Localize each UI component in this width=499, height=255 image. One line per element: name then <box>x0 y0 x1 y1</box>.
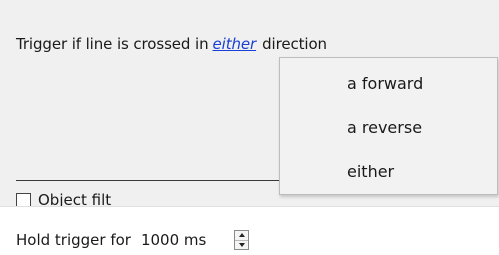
hold-trigger-label: Hold trigger for <box>16 231 131 249</box>
trigger-prefix-text: Trigger if line is crossed in <box>16 35 209 53</box>
hold-trigger-spinner[interactable] <box>234 230 250 250</box>
hold-trigger-value[interactable]: 1000 ms <box>141 231 206 249</box>
object-filter-row[interactable]: Object filt <box>16 190 112 207</box>
direction-link[interactable]: either <box>213 35 257 53</box>
direction-option-forward[interactable]: a forward <box>347 74 423 93</box>
trigger-settings-view: Trigger if line is crossed in either direc… <box>0 0 499 255</box>
hold-trigger-row: Hold trigger for 1000 ms <box>16 230 250 250</box>
direction-option-either[interactable]: either <box>347 162 394 181</box>
direction-dropdown-menu: a forward a reverse either <box>279 57 498 195</box>
object-filter-checkbox[interactable] <box>16 192 31 206</box>
direction-option-reverse[interactable]: a reverse <box>347 118 422 137</box>
spinner-up-button[interactable] <box>235 231 248 240</box>
triangle-up-icon <box>238 233 245 238</box>
trigger-condition-text: Trigger if line is crossed in either direc… <box>16 35 327 53</box>
triangle-down-icon <box>238 242 245 247</box>
spinner-down-button[interactable] <box>235 239 249 250</box>
object-filter-label: Object filt <box>38 191 112 207</box>
trigger-suffix-text: direction <box>262 35 327 53</box>
